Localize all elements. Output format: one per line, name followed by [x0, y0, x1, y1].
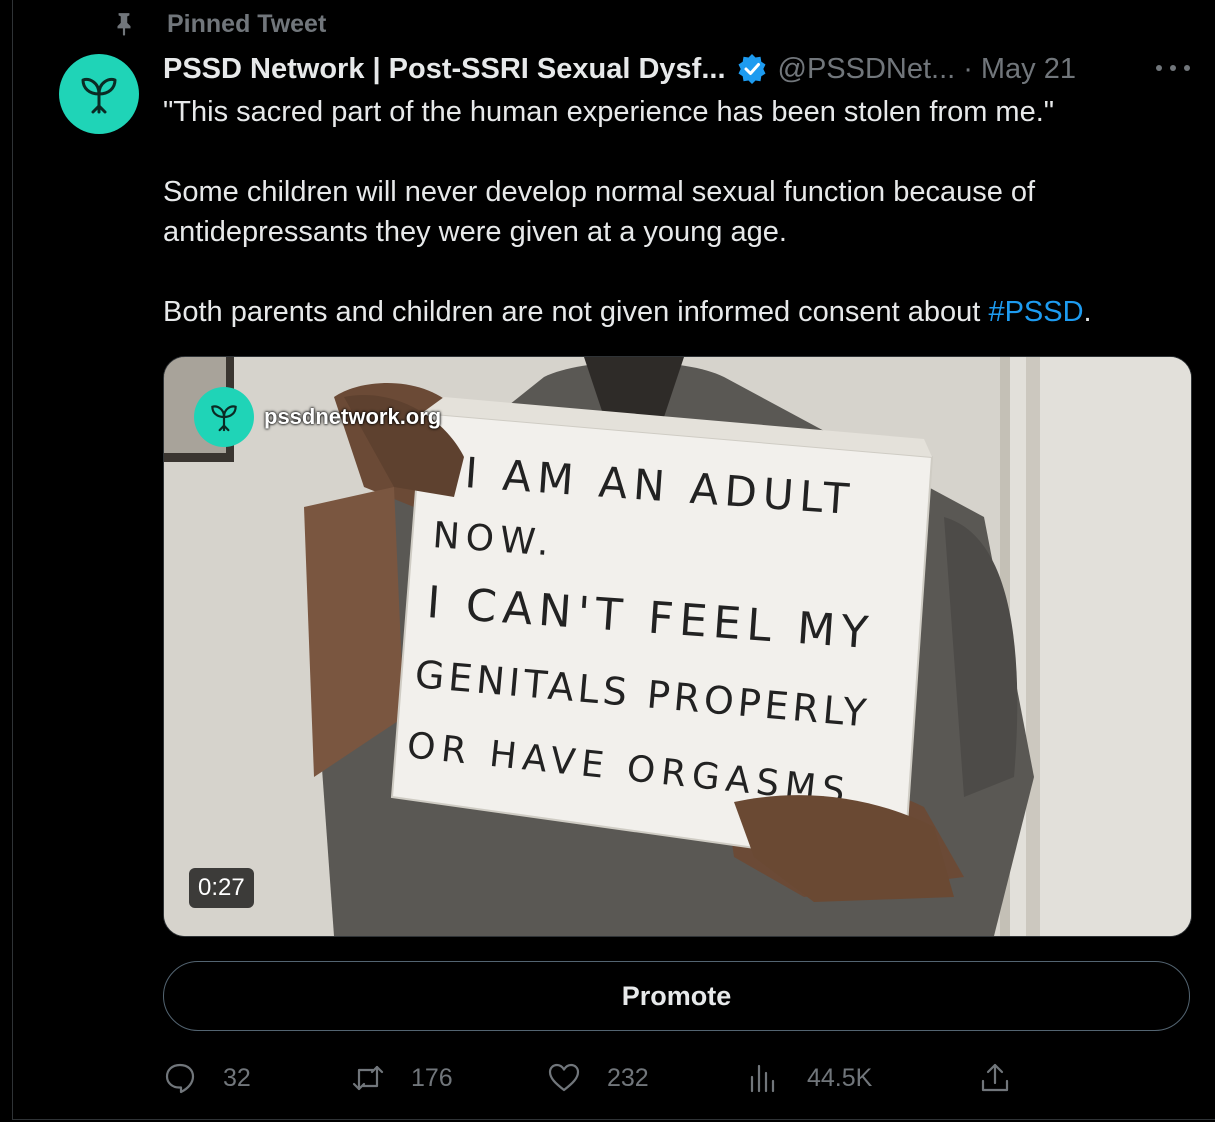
- tweet-text: "This sacred part of the human experienc…: [163, 92, 1193, 372]
- pinned-indicator: Pinned Tweet: [111, 8, 326, 40]
- views-icon: [750, 1064, 775, 1093]
- sprout-logo-icon: [194, 387, 254, 447]
- retweet-button[interactable]: 176: [351, 1056, 453, 1100]
- verified-badge-icon[interactable]: [736, 53, 768, 85]
- hashtag-link[interactable]: #PSSD: [988, 296, 1083, 328]
- tweet-date[interactable]: May 21: [981, 53, 1076, 86]
- tweet-actions: 32 176 232 44.5K: [163, 1056, 1193, 1100]
- header-separator: ·: [963, 52, 973, 85]
- watermark: pssdnetwork.org: [194, 387, 441, 447]
- more-icon[interactable]: [1156, 56, 1190, 80]
- author-name[interactable]: PSSD Network | Post-SSRI Sexual Dysf...: [163, 53, 726, 86]
- reply-button[interactable]: 32: [163, 1056, 251, 1100]
- watermark-text: pssdnetwork.org: [264, 404, 442, 429]
- reply-count: 32: [223, 1063, 251, 1092]
- promote-button[interactable]: Promote: [163, 961, 1190, 1031]
- like-count: 232: [607, 1063, 649, 1092]
- like-icon: [548, 1063, 580, 1092]
- tweet-container[interactable]: Pinned Tweet PSSD Network | Post-SSRI Se…: [12, 0, 1215, 1120]
- retweet-count: 176: [411, 1063, 453, 1092]
- sign-line-2: NOW.: [431, 515, 556, 564]
- video-player[interactable]: I AM AN ADULT NOW. I CAN'T FEEL MY GENIT…: [163, 356, 1192, 937]
- tweet-text-suffix: .: [1083, 296, 1092, 328]
- tweet-text-paragraph: Some children will never develop normal …: [163, 176, 1036, 248]
- views-count: 44.5K: [807, 1063, 873, 1092]
- views-button[interactable]: 44.5K: [747, 1056, 872, 1100]
- sprout-logo-icon: [81, 78, 117, 114]
- share-icon: [981, 1063, 1009, 1092]
- reply-icon: [165, 1063, 195, 1094]
- retweet-icon: [352, 1065, 384, 1091]
- share-button[interactable]: [978, 1056, 1012, 1100]
- tweet-header: PSSD Network | Post-SSRI Sexual Dysf... …: [163, 48, 1203, 90]
- tweet-text-paragraph-last: Both parents and children are not given …: [163, 292, 1193, 332]
- tweet-text-prefix: Both parents and children are not given …: [163, 296, 989, 328]
- video-duration: 0:27: [189, 868, 254, 908]
- author-handle[interactable]: @PSSDNet...: [778, 53, 956, 86]
- pin-icon: [117, 13, 131, 36]
- like-button[interactable]: 232: [547, 1056, 649, 1100]
- pinned-label: Pinned Tweet: [167, 9, 327, 38]
- tweet-text-quote: "This sacred part of the human experienc…: [163, 96, 1055, 128]
- author-avatar[interactable]: [59, 54, 139, 134]
